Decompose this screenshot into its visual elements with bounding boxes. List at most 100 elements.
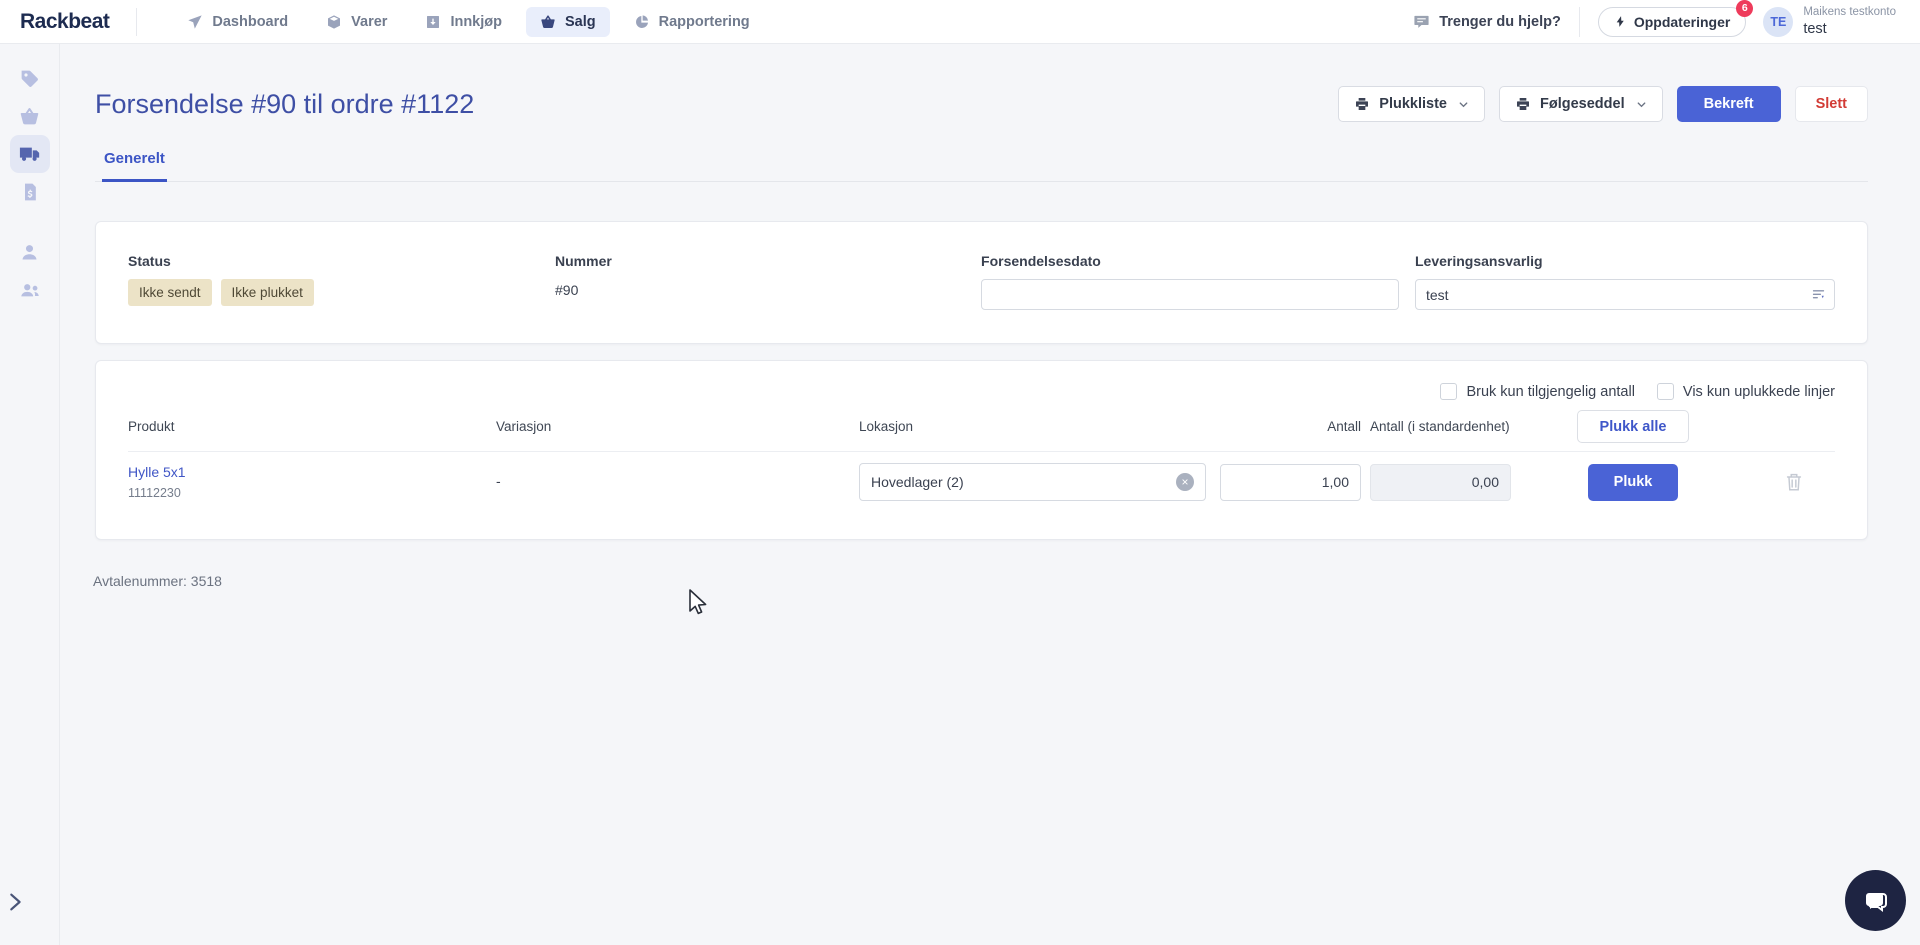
- avatar[interactable]: TE: [1763, 6, 1794, 37]
- nav-item-innkjop[interactable]: Innkjøp: [411, 7, 516, 37]
- account-user: test: [1803, 20, 1827, 37]
- cell-action: Plukk: [1513, 463, 1753, 501]
- sidebar-item-employees[interactable]: [10, 271, 50, 309]
- header-location: Lokasjon: [859, 419, 914, 434]
- sidebar-item-sales[interactable]: [10, 97, 50, 135]
- truck-icon: [19, 143, 41, 165]
- agreement-number: Avtalenummer: 3518: [93, 573, 222, 589]
- sidebar-expand-chevron[interactable]: [4, 889, 26, 915]
- table-row: Hylle 5x1 11112230 - Hovedlager (2) × Pl…: [128, 452, 1835, 501]
- person-icon: [19, 242, 40, 263]
- ship-date-field: Forsendelsesdato: [981, 253, 1415, 310]
- qty-input[interactable]: [1220, 463, 1361, 501]
- tab-bar: Generelt: [95, 140, 1868, 182]
- account-company: Maikens testkonto: [1803, 6, 1896, 19]
- pick-button[interactable]: Plukk: [1587, 463, 1679, 501]
- tag-icon: [19, 68, 40, 89]
- variation-value: -: [496, 473, 501, 489]
- delivery-responsible-field: Leveringsansvarlig: [1415, 253, 1835, 310]
- product-link[interactable]: Hylle 5x1: [128, 464, 186, 480]
- printer-icon: [1515, 96, 1531, 112]
- available-qty-checkbox[interactable]: [1440, 383, 1458, 400]
- header-variation: Variasjon: [496, 419, 552, 434]
- nav-item-dashboard[interactable]: Dashboard: [173, 7, 302, 37]
- delivery-responsible-input[interactable]: [1415, 279, 1835, 310]
- unpicked-lines-label: Vis kun uplukkede linjer: [1682, 383, 1835, 400]
- page-header: Forsendelse #90 til ordre #1122 Plukklis…: [95, 86, 1868, 122]
- header-actions: Plukkliste Følgeseddel Bekreft Slett: [1338, 86, 1868, 122]
- status-badge: Ikke sendt: [128, 279, 212, 306]
- ship-date-input[interactable]: [981, 279, 1400, 310]
- unpicked-lines-checkbox[interactable]: [1656, 383, 1674, 400]
- picklist-button[interactable]: Plukkliste: [1338, 86, 1485, 122]
- sidebar-item-shipments[interactable]: [9, 135, 50, 173]
- cell-qty-std: [1361, 463, 1513, 501]
- help-label: Trenger du hjelp?: [1439, 13, 1561, 30]
- delete-button[interactable]: Slett: [1794, 86, 1868, 122]
- shipment-details-card: Status Ikke sendt Ikke plukket Nummer #9…: [95, 221, 1868, 344]
- lines-table-header: Produkt Variasjon Lokasjon Antall Antall…: [128, 410, 1835, 452]
- nav-item-varer[interactable]: Varer: [312, 7, 401, 37]
- status-field: Status Ikke sendt Ikke plukket: [128, 253, 555, 310]
- tab-general[interactable]: Generelt: [102, 140, 167, 182]
- main-content: Forsendelse #90 til ordre #1122 Plukklis…: [60, 44, 1920, 945]
- number-value: #90: [555, 282, 579, 298]
- option-unpicked-lines[interactable]: Vis kun uplukkede linjer: [1656, 383, 1835, 400]
- chat-bubbles-icon: [1860, 885, 1892, 917]
- packing-slip-button[interactable]: Følgeseddel: [1499, 86, 1663, 122]
- topnav-right: Trenger du hjelp? Oppdateringer 6 TE Mai…: [1413, 0, 1920, 38]
- updates-label: Oppdateringer: [1633, 13, 1731, 30]
- main-nav: Dashboard Varer Innkjøp Salg Rapporterin…: [173, 6, 764, 37]
- nav-item-rapportering[interactable]: Rapportering: [620, 7, 764, 37]
- page-title: Forsendelse #90 til ordre #1122: [95, 88, 475, 119]
- chat-square-icon: [1413, 13, 1430, 30]
- available-qty-label: Bruk kun tilgjengelig antall: [1466, 383, 1635, 400]
- line-options: Bruk kun tilgjengelig antall Vis kun upl…: [128, 383, 1835, 400]
- header-qty-std: Antall (i standardenhet): [1370, 419, 1510, 434]
- account-menu[interactable]: Maikens testkonto test: [1803, 5, 1896, 38]
- icon-sidebar: [0, 44, 60, 945]
- status-badges: Ikke sendt Ikke plukket: [128, 279, 555, 306]
- cell-trash: [1753, 470, 1835, 494]
- basket-icon: [19, 106, 40, 127]
- invoice-icon: [20, 182, 40, 202]
- status-badge: Ikke plukket: [220, 279, 314, 306]
- clear-location-icon[interactable]: ×: [1176, 473, 1194, 491]
- trash-icon[interactable]: [1783, 470, 1805, 494]
- product-sku: 11112230: [128, 486, 181, 500]
- box-icon: [326, 14, 342, 30]
- location-select[interactable]: Hovedlager (2) ×: [859, 463, 1206, 501]
- cell-qty: [1216, 463, 1361, 501]
- top-navigation: Rackbeat Dashboard Varer Innkjøp Salg Ra…: [0, 0, 1920, 44]
- number-field: Nummer #90: [555, 253, 981, 310]
- printer-icon: [1354, 96, 1370, 112]
- nav-divider: [136, 7, 138, 36]
- users-icon: [19, 279, 41, 301]
- nav-label: Varer: [351, 13, 388, 30]
- sidebar-item-invoices[interactable]: [10, 173, 50, 211]
- header-product: Produkt: [128, 419, 175, 434]
- sidebar-item-tags[interactable]: [10, 59, 50, 97]
- shipment-lines-card: Bruk kun tilgjengelig antall Vis kun upl…: [95, 360, 1868, 540]
- pie-chart-icon: [634, 14, 650, 30]
- confirm-button[interactable]: Bekreft: [1676, 86, 1781, 122]
- updates-button[interactable]: Oppdateringer 6: [1597, 0, 1754, 37]
- sidebar-item-customers[interactable]: [10, 233, 50, 271]
- topnav-separator: [1578, 6, 1580, 37]
- pick-all-button[interactable]: Plukk alle: [1576, 410, 1690, 443]
- header-action: Plukk alle: [1513, 410, 1753, 443]
- delivery-responsible-wrap: [1415, 279, 1835, 310]
- rackbeat-logo[interactable]: Rackbeat: [0, 10, 136, 34]
- option-available-qty[interactable]: Bruk kun tilgjengelig antall: [1440, 383, 1635, 400]
- help-link[interactable]: Trenger du hjelp?: [1413, 13, 1561, 30]
- nav-item-salg[interactable]: Salg: [526, 6, 610, 37]
- lightning-icon: [1614, 15, 1627, 28]
- notification-badge: 6: [1736, 0, 1754, 17]
- nav-label: Innkjøp: [450, 13, 502, 30]
- nav-label: Rapportering: [658, 13, 750, 30]
- packing-slip-label: Følgeseddel: [1540, 96, 1625, 112]
- location-value: Hovedlager (2): [871, 474, 964, 490]
- chat-widget-button[interactable]: [1845, 870, 1906, 931]
- basket-icon: [540, 14, 556, 30]
- number-label: Nummer: [555, 253, 612, 269]
